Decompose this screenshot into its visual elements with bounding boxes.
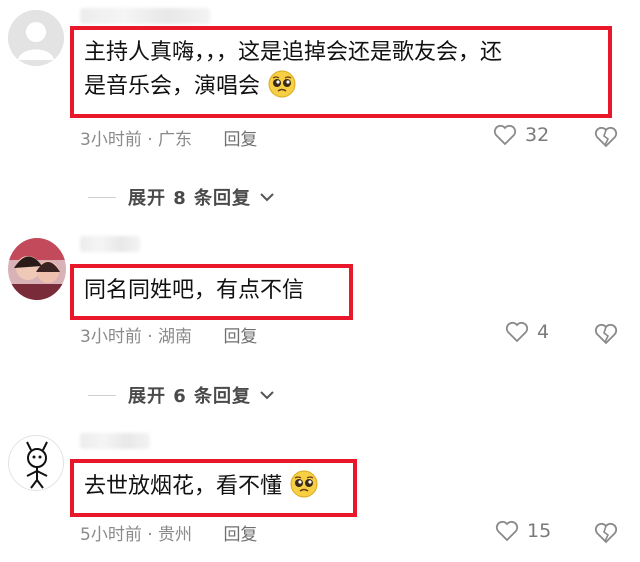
reply-button[interactable]: 回复 [223,327,257,347]
divider-line [88,196,116,198]
comment-text-highlight: 去世放烟花，看不懂 [70,459,357,517]
comment-text-highlight: 同名同姓吧，有点不信 [70,264,353,320]
comment-meta: 3小时前 · 广东 回复 [80,125,257,150]
like-count: 15 [527,520,552,542]
like-button[interactable]: 32 [493,124,549,146]
heart-icon [505,321,529,343]
heart-icon [493,124,517,146]
comment-text: 去世放烟花，看不懂 [84,474,283,499]
expand-replies-button[interactable]: 展开 8 条回复 [88,184,275,210]
reply-button[interactable]: 回复 [223,525,257,545]
comment-text-line2: 是音乐会，演唱会 [84,74,261,99]
expand-replies-label: 展开 8 条回复 [128,188,252,209]
username[interactable] [80,236,140,252]
broken-heart-icon[interactable] [594,126,618,148]
comment-meta: 5小时前 · 贵州 回复 [80,520,257,545]
broken-heart-icon[interactable] [594,522,618,544]
like-count: 4 [537,321,550,343]
comment-text-line1: 主持人真嗨，，，这是追掉会还是歌友会，还 [84,40,503,65]
comment-item: 同名同姓吧，有点不信 3小时前 · 湖南 回复 4 [0,228,640,368]
stick-figure-avatar [26,441,48,489]
heart-icon [495,520,519,542]
broken-heart-icon[interactable] [594,323,618,345]
expand-replies-label: 展开 6 条回复 [128,386,252,407]
expand-replies-button[interactable]: 展开 6 条回复 [88,382,275,408]
like-button[interactable]: 15 [495,520,551,542]
comment-meta: 3小时前 · 湖南 回复 [80,322,257,347]
timestamp-location: 3小时前 · 湖南 [80,327,193,347]
username[interactable] [80,8,210,24]
comment-item: 去世放烟花，看不懂 5小时前 · 贵州 回复 15 [0,425,640,562]
comment-text-highlight: 主持人真嗨，，，这是追掉会还是歌友会，还 是音乐会，演唱会 [70,26,612,118]
chevron-down-icon [260,193,274,202]
pleading-face-icon [268,70,296,98]
pleading-face-icon [290,470,318,498]
chevron-down-icon [260,391,274,400]
reply-button[interactable]: 回复 [223,130,257,150]
comment-item: 主持人真嗨，，，这是追掉会还是歌友会，还 是音乐会，演唱会 3小时前 · 广东 … [0,0,640,170]
divider-line [88,394,116,396]
comment-text: 同名同姓吧，有点不信 [84,278,305,303]
avatar[interactable] [8,10,64,66]
default-avatar-icon [8,10,64,66]
timestamp-location: 3小时前 · 广东 [80,130,193,150]
timestamp-location: 5小时前 · 贵州 [80,525,193,545]
like-count: 32 [525,124,550,146]
user-photo-avatar [8,238,66,300]
username[interactable] [80,433,150,449]
avatar[interactable] [8,238,66,300]
avatar[interactable] [8,435,64,491]
like-button[interactable]: 4 [505,321,549,343]
